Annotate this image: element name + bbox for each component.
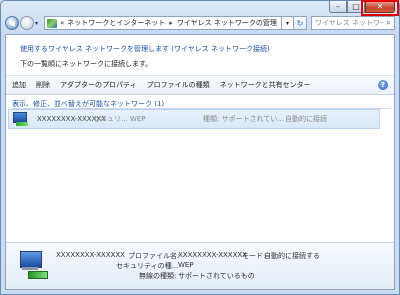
details-profile-label: プロファイル名: xyxy=(128,252,180,260)
refresh-button[interactable]: ↻ xyxy=(294,16,307,30)
network-mode: 自動的に接続 xyxy=(285,115,327,123)
recent-pages-dropdown[interactable]: ▾ xyxy=(35,20,42,27)
details-radio-value: サポートされているもの xyxy=(178,272,255,280)
breadcrumb-item-network[interactable]: ネットワークとインターネット xyxy=(67,18,165,28)
details-security-value: WEP xyxy=(178,261,194,269)
network-type: 種類: サポートされてい... xyxy=(203,115,285,123)
command-bar: 追加 削除 アダプターのプロパティ プロファイルの種類 ネットワークと共有センタ… xyxy=(6,75,394,95)
breadcrumb-separator[interactable]: ▸ xyxy=(169,19,173,27)
search-icon[interactable]: ⌕ xyxy=(383,18,394,28)
address-bar[interactable]: « ネットワークとインターネット ▸ ワイヤレス ネットワークの管理 xyxy=(44,16,282,30)
address-dropdown[interactable]: ▾ xyxy=(282,16,294,30)
search-input[interactable]: ワイヤレス ネットワー... xyxy=(315,18,383,28)
network-name: XXXXXXXX-XXXXXX xyxy=(37,115,106,123)
network-list-item[interactable]: XXXXXXXX-XXXXXX セキュリ... WEP 種類: サポートされてい… xyxy=(8,109,380,129)
network-sharing-center-button[interactable]: ネットワークと共有センター xyxy=(220,80,311,90)
connection-order-hint: 下の一覧順にネットワークに接続します。 xyxy=(20,60,153,68)
profile-types-button[interactable]: プロファイルの種類 xyxy=(147,80,210,90)
control-panel-icon xyxy=(47,18,57,28)
network-security: セキュリ... WEP xyxy=(93,115,146,123)
forward-button[interactable]: ▶ xyxy=(20,16,34,30)
help-icon[interactable]: ? xyxy=(378,80,388,90)
window: – □ ✕ ◀ ▶ ▾ « ネットワークとインターネット ▸ ワイヤレス ネット… xyxy=(0,0,400,295)
details-mode-value: 自動的に接続する xyxy=(264,252,320,260)
breadcrumb-item-wireless[interactable]: ワイヤレス ネットワークの管理 xyxy=(177,18,277,28)
details-profile-value: XXXXXXXX-XXXXXX xyxy=(178,251,247,259)
main-content: 使用するワイヤレス ネットワークを管理します (ワイヤレス ネットワーク接続) … xyxy=(5,34,395,290)
details-network-name: XXXXXXXX-XXXXXX xyxy=(56,251,125,259)
minimize-button[interactable]: – xyxy=(329,1,347,13)
breadcrumb-prefix[interactable]: « xyxy=(60,19,64,27)
wireless-network-icon xyxy=(13,112,29,126)
remove-button[interactable]: 削除 xyxy=(36,80,50,90)
details-security-label: セキュリティの種... xyxy=(116,262,179,270)
search-box[interactable]: ワイヤレス ネットワー... ⌕ xyxy=(311,16,395,30)
manage-heading: 使用するワイヤレス ネットワークを管理します (ワイヤレス ネットワーク接続) xyxy=(20,45,270,53)
details-pane: XXXXXXXX-XXXXXX プロファイル名: XXXXXXXX-XXXXXX… xyxy=(6,242,394,289)
navigation-bar: ◀ ▶ ▾ « ネットワークとインターネット ▸ ワイヤレス ネットワークの管理… xyxy=(5,14,395,32)
adapter-properties-button[interactable]: アダプターのプロパティ xyxy=(60,80,137,90)
details-radio-label: 無線の種類: xyxy=(139,272,177,280)
wireless-network-large-icon xyxy=(20,251,48,279)
details-mode-label: モード: xyxy=(242,252,266,260)
add-button[interactable]: 追加 xyxy=(12,80,26,90)
back-button[interactable]: ◀ xyxy=(5,16,19,30)
